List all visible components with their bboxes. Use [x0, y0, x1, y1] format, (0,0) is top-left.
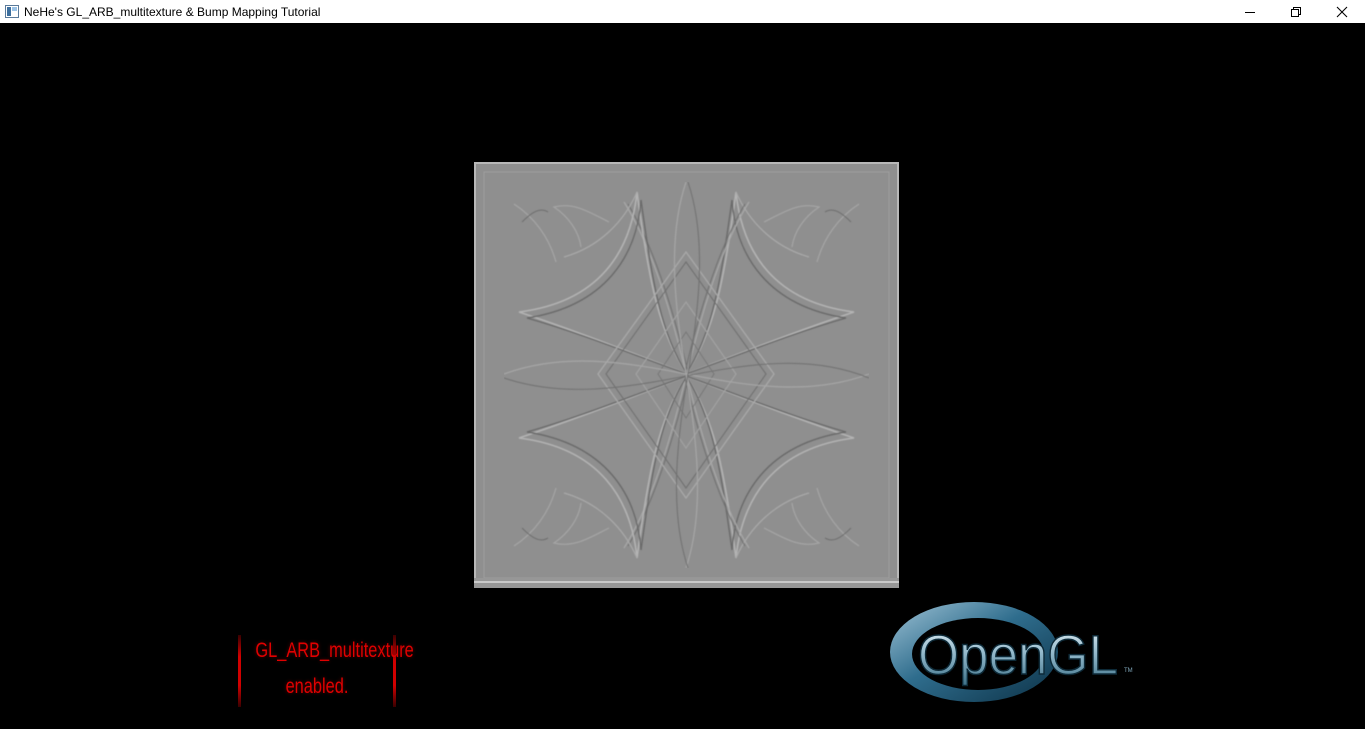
restore-button[interactable] — [1273, 0, 1319, 23]
opengl-trademark: TM — [1124, 668, 1133, 674]
opengl-logo-text: OpenGL — [918, 623, 1118, 686]
status-left-edge — [238, 635, 241, 707]
minimize-icon — [1245, 11, 1255, 13]
app-window: NeHe's GL_ARB_multitexture & Bump Mappin… — [0, 0, 1365, 729]
opengl-logo: OpenGL TM — [890, 602, 1133, 702]
close-icon — [1336, 6, 1348, 17]
window-controls — [1227, 0, 1365, 23]
app-icon — [5, 5, 19, 19]
minimize-button[interactable] — [1227, 0, 1273, 23]
title-bar[interactable]: NeHe's GL_ARB_multitexture & Bump Mappin… — [0, 0, 1365, 23]
status-line-1: GL_ARB_multitexture — [255, 639, 414, 662]
window-title: NeHe's GL_ARB_multitexture & Bump Mappin… — [24, 4, 321, 19]
bump-mapped-quad — [474, 162, 899, 588]
restore-icon — [1291, 6, 1301, 17]
multitexture-status: GL_ARB_multitexture enabled. — [238, 633, 414, 709]
status-line-2: enabled. — [285, 675, 349, 698]
close-button[interactable] — [1319, 0, 1365, 23]
